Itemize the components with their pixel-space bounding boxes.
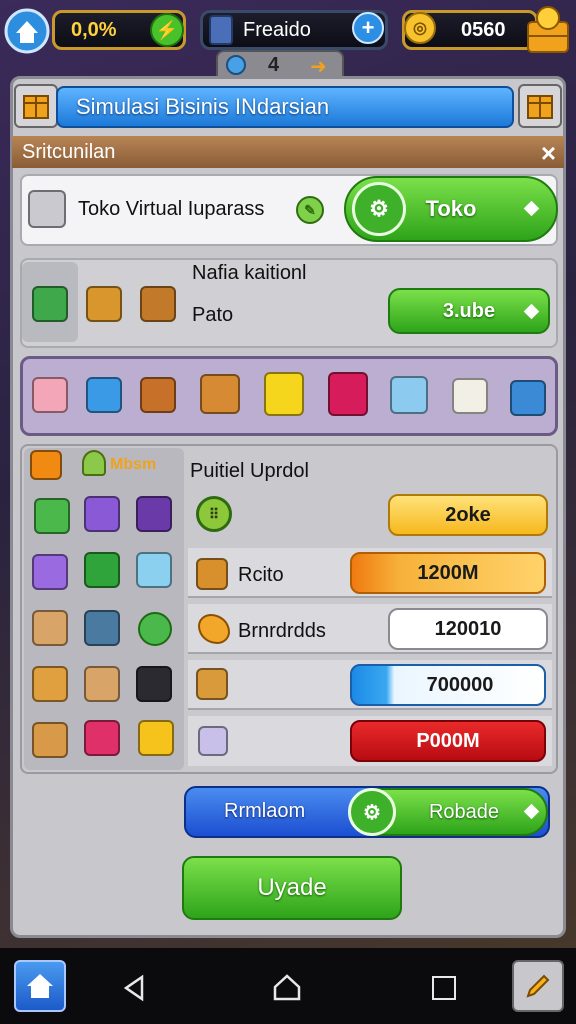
main-action-button[interactable]: Uyade xyxy=(182,856,402,920)
navy-box-icon[interactable] xyxy=(510,380,546,416)
globe-icon xyxy=(226,55,246,75)
value-label: P000M xyxy=(416,729,480,752)
value-label: 120010 xyxy=(434,617,502,640)
purple-box-icon[interactable] xyxy=(32,554,68,590)
white-box-icon[interactable] xyxy=(452,378,488,414)
lightning-icon[interactable]: ⚡ xyxy=(150,13,184,47)
value-button-3[interactable]: 120010 xyxy=(388,608,548,650)
coin-icon: ◎ xyxy=(404,12,436,44)
crate-box-icon[interactable] xyxy=(32,610,68,646)
green-dice-icon: ⠿ xyxy=(196,496,232,532)
main-action-label: Uyade xyxy=(257,874,327,901)
corner-box-right[interactable] xyxy=(518,84,562,128)
green-box-icon[interactable] xyxy=(32,286,68,322)
row-label: Brnrdrdds xyxy=(238,620,326,642)
tan-box-icon[interactable] xyxy=(84,666,120,702)
left-action-button[interactable]: Rrmlaom xyxy=(224,800,305,823)
wrench-circle-icon: ⚙ xyxy=(352,182,406,236)
back-icon[interactable] xyxy=(122,974,146,1007)
server-box-icon xyxy=(28,190,66,228)
cardboard-box-icon xyxy=(196,558,228,590)
cardboard-box-icon[interactable] xyxy=(200,374,240,414)
light-blue-box-icon[interactable] xyxy=(390,376,428,414)
sub-tab[interactable]: 4 ➜ xyxy=(216,50,344,78)
red-box-icon[interactable] xyxy=(140,377,176,413)
badge-number: 4 xyxy=(268,54,280,76)
crate-icon xyxy=(527,95,553,119)
yellow-box-icon[interactable] xyxy=(264,372,304,416)
store-name: Toko Virtual Iuparass xyxy=(78,198,265,220)
value-label: 1200M xyxy=(417,561,479,584)
value-button-2[interactable]: 1200M xyxy=(350,552,546,594)
product-item-label: Pato xyxy=(192,304,234,326)
plus-icon[interactable]: + xyxy=(352,12,384,44)
tag-box-icon xyxy=(30,450,62,480)
upgrade-heading: Puitiel Uprdol xyxy=(190,460,309,482)
value-label: 2oke xyxy=(445,503,491,526)
percent-value: 0,0% xyxy=(71,18,117,41)
value-button-1[interactable]: 2oke xyxy=(388,494,548,536)
home-button-icon[interactable] xyxy=(14,960,66,1012)
store-button-label: Toko xyxy=(425,196,477,221)
magenta-box-icon[interactable] xyxy=(328,372,368,416)
phone-icon xyxy=(209,15,233,45)
right-action-label: Robade xyxy=(428,800,500,823)
close-button[interactable]: × xyxy=(541,138,556,169)
window-title: Simulasi Bisinis INdarsian xyxy=(56,86,514,128)
value-button-5[interactable]: P000M xyxy=(350,720,546,762)
gear-box-icon xyxy=(198,726,228,756)
pink-box-icon[interactable] xyxy=(84,720,120,756)
green-box-icon[interactable] xyxy=(34,498,70,534)
purple-box-icon[interactable] xyxy=(84,496,120,532)
black-box-icon[interactable] xyxy=(136,666,172,702)
steel-box-icon[interactable] xyxy=(84,610,120,646)
gold-chest-icon[interactable] xyxy=(524,4,572,56)
section-header: Sritcunilan xyxy=(12,136,564,168)
green-wheel-icon[interactable] xyxy=(138,612,172,646)
value-button-4[interactable]: 700000 xyxy=(350,664,546,706)
pencil-button-icon[interactable] xyxy=(512,960,564,1012)
product-heading: Nafia kaitionl xyxy=(192,262,307,284)
tan-box-icon[interactable] xyxy=(32,722,68,758)
top-hud: 0,0% ⚡ Freaido + 0560 ◎ 4 ➜ xyxy=(0,0,576,78)
corner-box-left[interactable] xyxy=(14,84,58,128)
leaf-icon: ✎ xyxy=(296,196,324,224)
row-label: Rcito xyxy=(238,564,284,586)
orange-box-icon[interactable] xyxy=(86,286,122,322)
violet-box-icon[interactable] xyxy=(136,496,172,532)
basket-icon xyxy=(82,450,106,476)
center-status-label: Freaido xyxy=(243,18,311,41)
home-gem-icon[interactable] xyxy=(4,6,50,56)
brown-box-icon[interactable] xyxy=(140,286,176,322)
crate-icon xyxy=(23,95,49,119)
upgrade-tag: Mbsm xyxy=(110,456,157,473)
pink-box-icon[interactable] xyxy=(32,377,68,413)
product-button-label: 3.ube xyxy=(442,299,496,322)
gold-box-icon[interactable] xyxy=(138,720,174,756)
blue-box-icon[interactable] xyxy=(86,377,122,413)
home-nav-icon[interactable] xyxy=(272,972,302,1007)
coin-value: 0560 xyxy=(461,18,506,41)
section-title: Sritcunilan xyxy=(22,140,116,163)
bronze-ring-icon xyxy=(196,668,228,700)
light-blue-box-icon[interactable] xyxy=(136,552,172,588)
orange-box-icon[interactable] xyxy=(32,666,68,702)
green-box-icon[interactable] xyxy=(84,552,120,588)
wrench-circle-icon: ⚙ xyxy=(348,788,396,836)
recents-icon[interactable] xyxy=(432,976,456,1000)
value-label: 700000 xyxy=(426,673,494,696)
